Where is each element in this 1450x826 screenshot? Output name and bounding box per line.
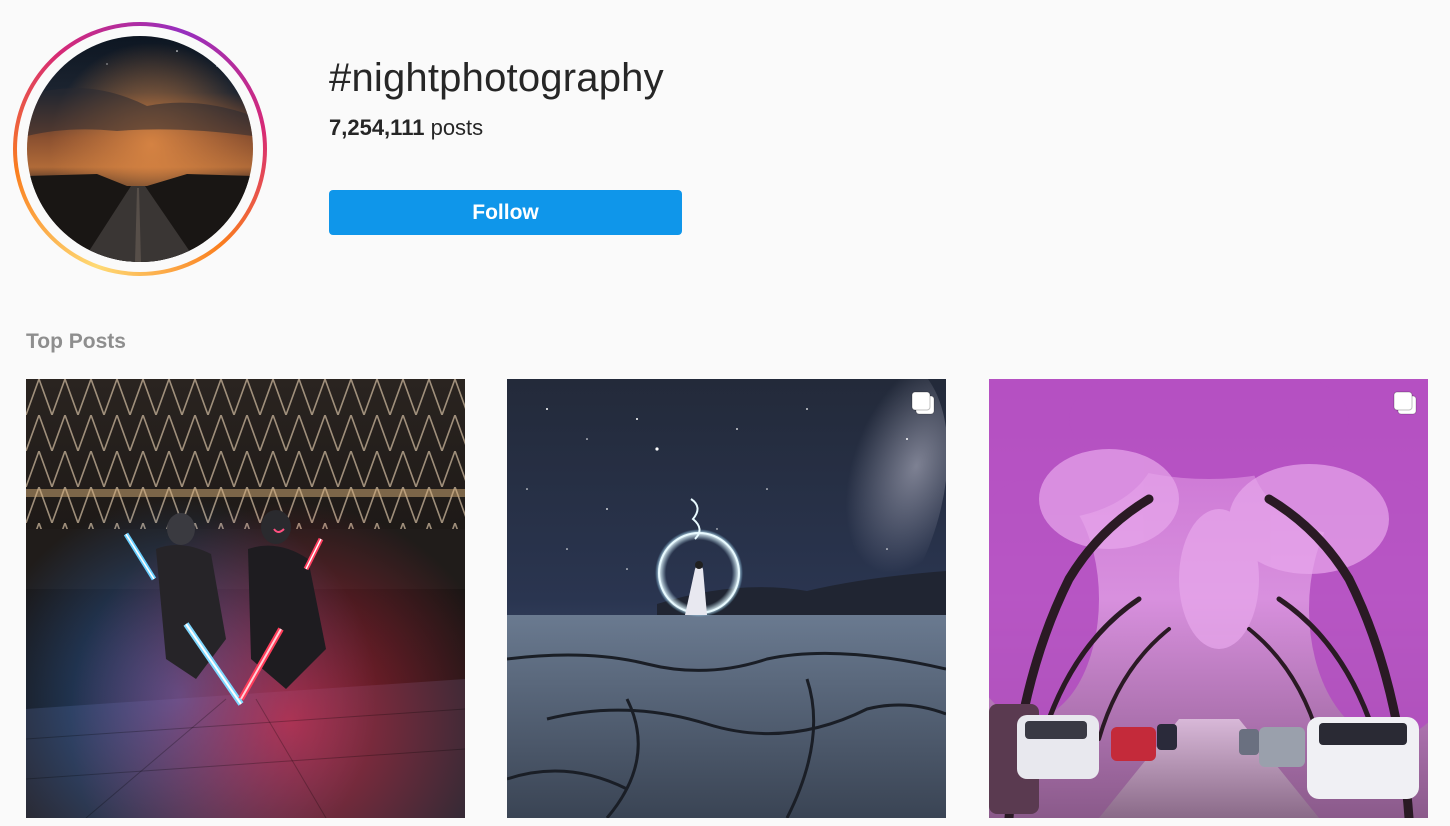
top-posts-title: Top Posts — [26, 330, 126, 353]
milky-way-post-image — [507, 379, 946, 818]
follow-button[interactable]: Follow — [329, 190, 682, 235]
hashtag-title: #nightphotography — [329, 56, 664, 100]
hashtag-page: #nightphotography 7,254,111 posts Follow… — [0, 0, 1450, 826]
post-count-value: 7,254,111 — [329, 115, 425, 140]
cherry-blossom-post-image — [989, 379, 1428, 818]
hashtag-avatar[interactable] — [27, 36, 253, 262]
top-post-3[interactable] — [989, 379, 1428, 818]
post-count: 7,254,111 posts — [329, 114, 483, 142]
carousel-icon — [911, 391, 935, 415]
carousel-icon — [1393, 391, 1417, 415]
lightsaber-post-image — [26, 379, 465, 818]
hashtag-avatar-ring[interactable] — [13, 22, 267, 276]
post-count-label: posts — [430, 115, 484, 140]
night-road-avatar-image — [27, 36, 253, 262]
top-post-2[interactable] — [507, 379, 946, 818]
top-posts-grid — [26, 379, 1428, 819]
top-post-1[interactable] — [26, 379, 465, 818]
